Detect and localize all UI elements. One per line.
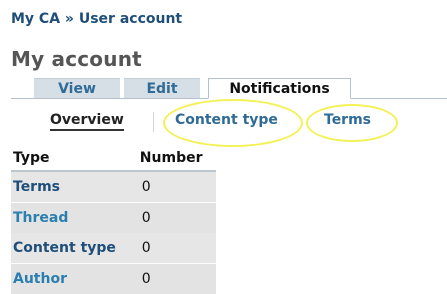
subtab-terms[interactable]: Terms xyxy=(324,112,371,128)
table-row: Author 0 xyxy=(11,264,216,294)
column-header-number: Number xyxy=(138,148,216,171)
page-title: My account xyxy=(11,47,142,71)
number-cell: 0 xyxy=(138,233,216,264)
number-cell: 0 xyxy=(138,264,216,294)
breadcrumb-link-home[interactable]: My CA xyxy=(11,11,60,27)
table-row: Content type 0 xyxy=(11,233,216,264)
table-row: Terms 0 xyxy=(11,171,216,203)
type-link[interactable]: Thread xyxy=(13,210,68,226)
notifications-table: Type Number Terms 0 Thread 0 Content typ… xyxy=(11,148,216,294)
subtab-separator xyxy=(153,112,154,132)
subtab-content-type[interactable]: Content type xyxy=(175,112,278,128)
table-header-row: Type Number xyxy=(11,148,216,171)
tab-notifications[interactable]: Notifications xyxy=(208,78,351,99)
subtab-overview[interactable]: Overview xyxy=(50,112,124,131)
column-header-type: Type xyxy=(11,148,138,171)
type-cell: Thread xyxy=(11,203,138,234)
table-row: Thread 0 xyxy=(11,203,216,234)
breadcrumb: My CA » User account xyxy=(11,11,182,27)
type-link[interactable]: Content type xyxy=(13,240,116,256)
type-link[interactable]: Terms xyxy=(13,179,60,195)
type-cell: Content type xyxy=(11,233,138,264)
number-cell: 0 xyxy=(138,171,216,203)
breadcrumb-link-user-account[interactable]: User account xyxy=(79,11,182,27)
type-cell: Terms xyxy=(11,171,138,203)
number-cell: 0 xyxy=(138,203,216,234)
tab-edit[interactable]: Edit xyxy=(124,78,200,98)
type-cell: Author xyxy=(11,264,138,294)
breadcrumb-separator: » xyxy=(65,11,74,27)
tab-view[interactable]: View xyxy=(34,78,120,98)
